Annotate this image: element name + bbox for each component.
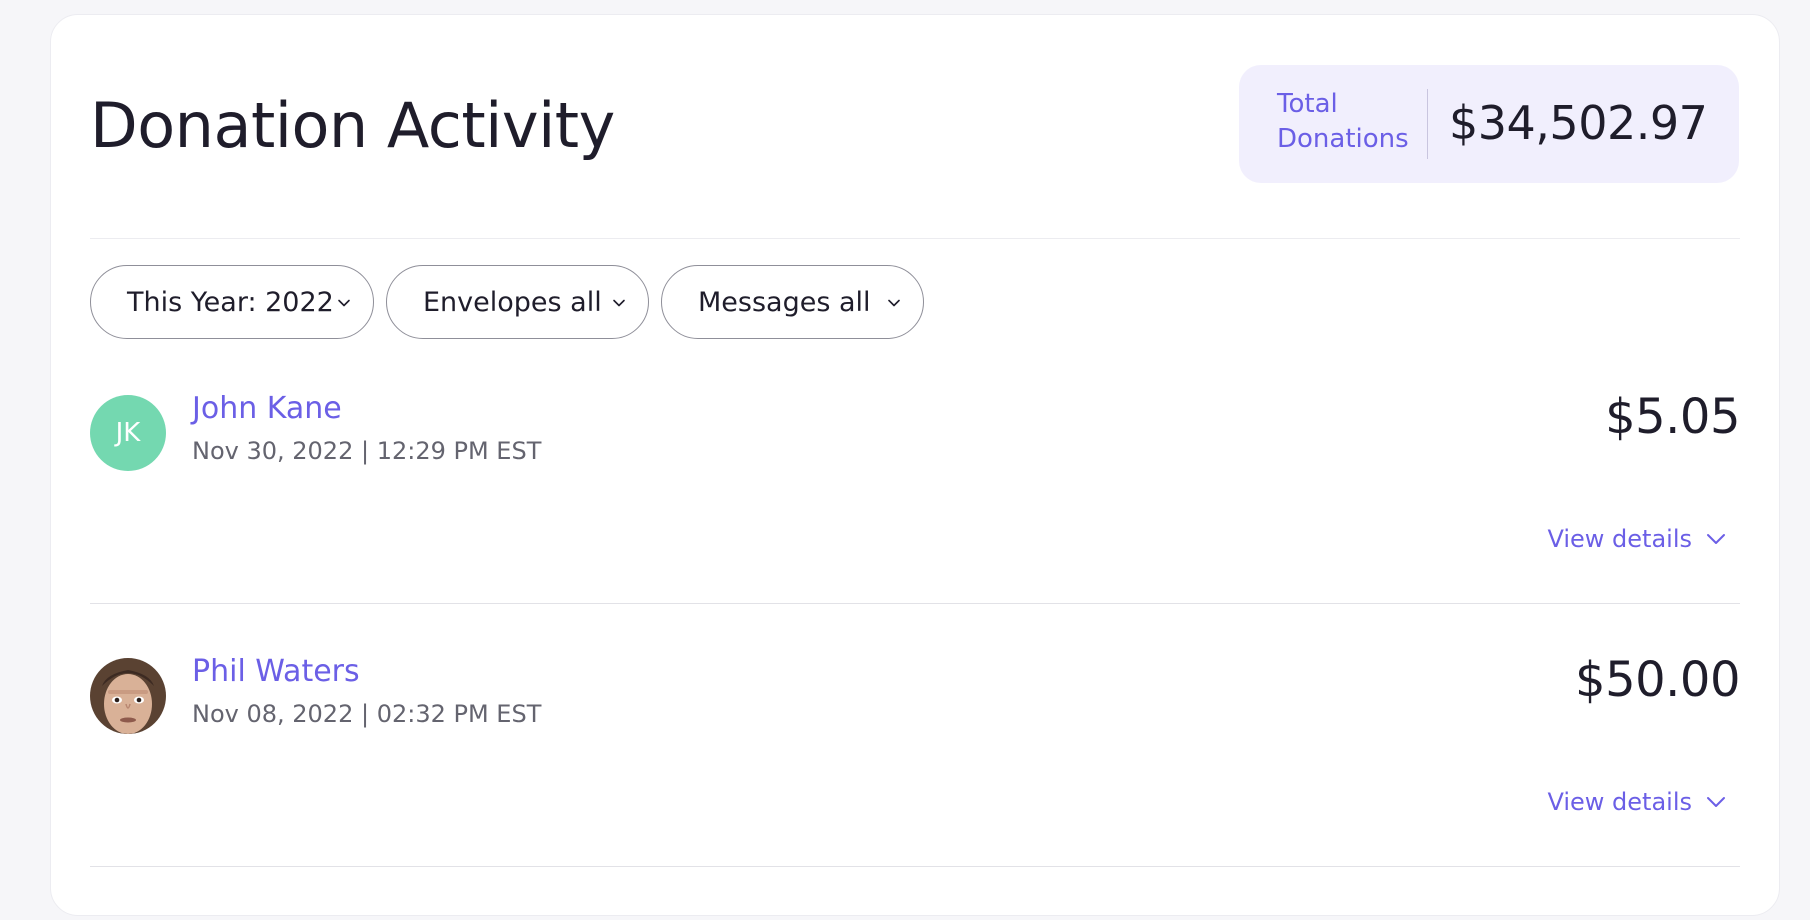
total-donations-value: $34,502.97 xyxy=(1449,96,1708,150)
donation-date: Nov 08, 2022 | 02:32 PM EST xyxy=(192,700,542,728)
chevron-down-icon xyxy=(1707,534,1725,544)
donation-activity-card: Donation Activity Total Donations $34,50… xyxy=(50,14,1780,916)
year-filter-dropdown[interactable]: This Year: 2022 xyxy=(90,265,374,339)
donor-name-link[interactable]: John Kane xyxy=(192,391,342,426)
donation-date: Nov 30, 2022 | 12:29 PM EST xyxy=(192,437,542,465)
donation-row: JK John Kane Nov 30, 2022 | 12:29 PM EST… xyxy=(90,389,1740,657)
envelopes-filter-label: Envelopes all xyxy=(423,286,602,318)
page-title: Donation Activity xyxy=(90,89,615,162)
donation-amount: $5.05 xyxy=(1605,389,1740,445)
chevron-down-icon xyxy=(338,299,350,307)
avatar: JK xyxy=(90,395,166,471)
donation-amount: $50.00 xyxy=(1575,652,1740,708)
view-details-button[interactable]: View details xyxy=(1547,788,1726,816)
header-divider xyxy=(90,238,1740,239)
messages-filter-label: Messages all xyxy=(698,286,871,318)
chevron-down-icon xyxy=(888,299,900,307)
total-donations-label: Total Donations xyxy=(1277,89,1409,154)
row-divider xyxy=(90,603,1740,604)
view-details-label: View details xyxy=(1547,788,1692,816)
view-details-label: View details xyxy=(1547,525,1692,553)
envelopes-filter-dropdown[interactable]: Envelopes all xyxy=(386,265,649,339)
profile-photo xyxy=(90,658,166,734)
messages-filter-dropdown[interactable]: Messages all xyxy=(661,265,924,339)
donor-name-link[interactable]: Phil Waters xyxy=(192,654,360,689)
row-divider xyxy=(90,866,1740,867)
total-donations-box: Total Donations $34,502.97 xyxy=(1239,65,1739,183)
donation-row: Phil Waters Nov 08, 2022 | 02:32 PM EST … xyxy=(90,652,1740,920)
chevron-down-icon xyxy=(1707,797,1725,807)
chevron-down-icon xyxy=(613,299,625,307)
view-details-button[interactable]: View details xyxy=(1547,525,1726,553)
year-filter-label: This Year: 2022 xyxy=(127,286,334,318)
total-divider xyxy=(1427,89,1428,159)
avatar xyxy=(90,658,166,734)
